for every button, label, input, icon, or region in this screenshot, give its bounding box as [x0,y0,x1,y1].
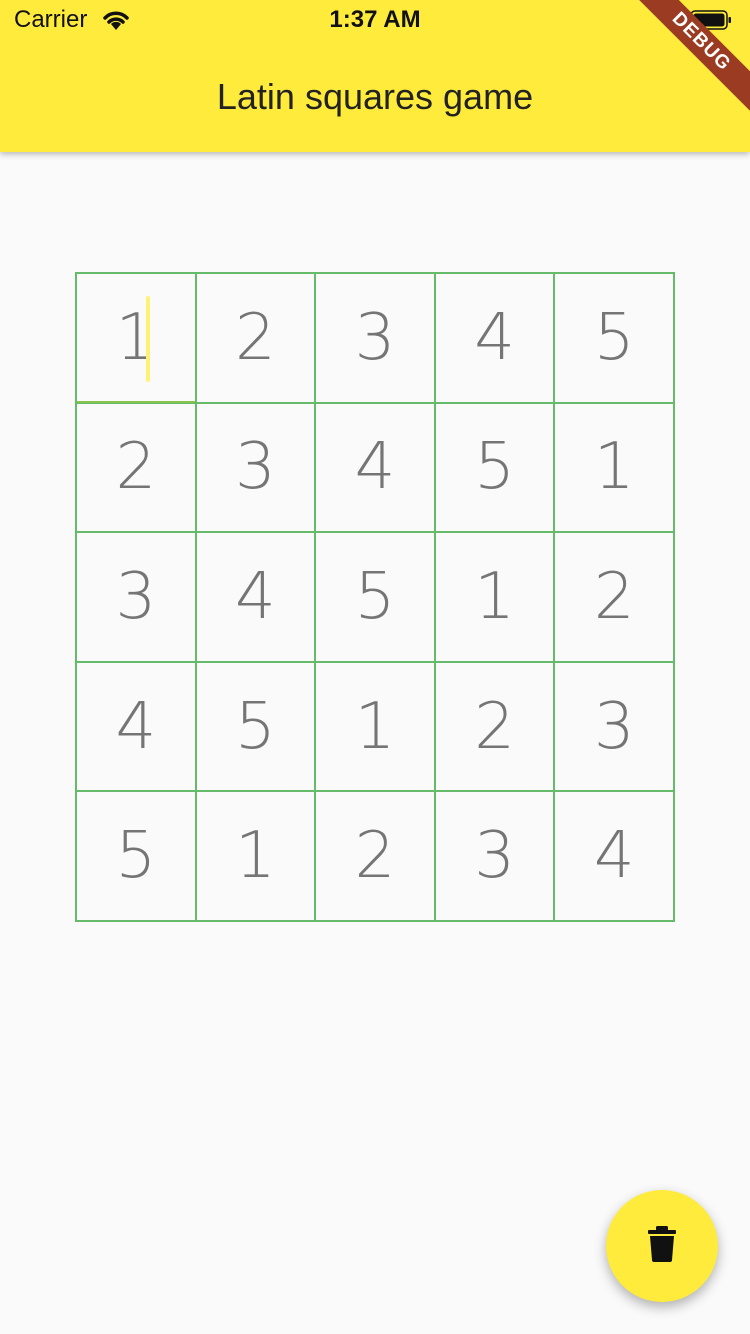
grid-cell-2-0[interactable]: 3 [76,532,196,662]
cell-value: 3 [354,300,396,375]
cell-value: 3 [115,559,157,634]
grid-cell-0-0[interactable]: 1 [76,273,196,403]
grid-cell-3-4[interactable]: 3 [554,661,674,792]
cell-value: 1 [593,430,635,505]
app-title: Latin squares game [216,76,534,117]
cell-value: 1 [115,300,157,375]
grid-cell-0-2[interactable]: 3 [315,273,435,403]
grid-cell-3-3[interactable]: 2 [434,661,555,792]
grid-cell-1-1[interactable]: 3 [195,402,316,533]
cell-value: 3 [474,819,515,894]
cell-value: 5 [474,430,515,505]
cell-value: 5 [115,819,157,894]
grid-cell-2-2[interactable]: 5 [315,532,435,662]
grid-cell-4-1[interactable]: 1 [195,791,316,921]
cell-value: 1 [235,819,276,894]
cell-value: 5 [235,689,276,764]
grid-cell-2-4[interactable]: 2 [554,532,674,662]
cell-value: 5 [593,300,635,375]
clear-grid-button[interactable] [606,1190,718,1302]
grid-cell-0-4[interactable]: 5 [554,273,674,403]
grid-cell-1-2[interactable]: 4 [315,402,435,533]
grid-cell-4-2[interactable]: 2 [315,791,435,921]
clock: 1:37 AM [329,6,421,33]
grid-cell-1-3[interactable]: 5 [434,402,555,533]
status-bar: Carrier 1:37 AM [0,0,750,40]
cell-value: 1 [354,689,396,764]
cell-value: 2 [235,300,276,375]
app-bar: Carrier 1:37 AM Latin squares game [0,0,750,152]
cell-value: 4 [115,689,157,764]
grid-cell-4-4[interactable]: 4 [554,791,674,921]
cell-value: 2 [593,559,635,634]
cell-value: 1 [474,559,515,634]
cell-value: 5 [354,559,396,634]
text-cursor [146,296,150,382]
cell-value: 2 [115,430,157,505]
grid-cell-4-0[interactable]: 5 [76,791,196,921]
grid-cell-2-3[interactable]: 1 [434,532,555,662]
grid-cell-3-0[interactable]: 4 [76,661,196,792]
grid-cell-4-3[interactable]: 3 [434,791,555,921]
cell-value: 3 [593,689,635,764]
grid-cell-1-0[interactable]: 2 [76,402,196,533]
grid-cell-0-3[interactable]: 4 [434,273,555,403]
grid-cell-3-2[interactable]: 1 [315,661,435,792]
grid-cell-1-4[interactable]: 1 [554,402,674,533]
grid-cell-3-1[interactable]: 5 [195,661,316,792]
trash-icon [647,1225,677,1267]
cell-value: 4 [354,430,396,505]
latin-square-grid: 1 2 3 4 5 2 3 4 5 1 3 4 5 1 2 4 5 1 2 3 … [75,272,675,922]
cell-value: 4 [235,559,276,634]
grid-cell-2-1[interactable]: 4 [195,532,316,662]
cell-value: 4 [474,300,515,375]
cell-value: 2 [474,689,515,764]
cell-value: 4 [593,819,635,894]
grid-cell-0-1[interactable]: 2 [195,273,316,403]
cell-value: 2 [354,819,396,894]
cell-value: 3 [235,430,276,505]
